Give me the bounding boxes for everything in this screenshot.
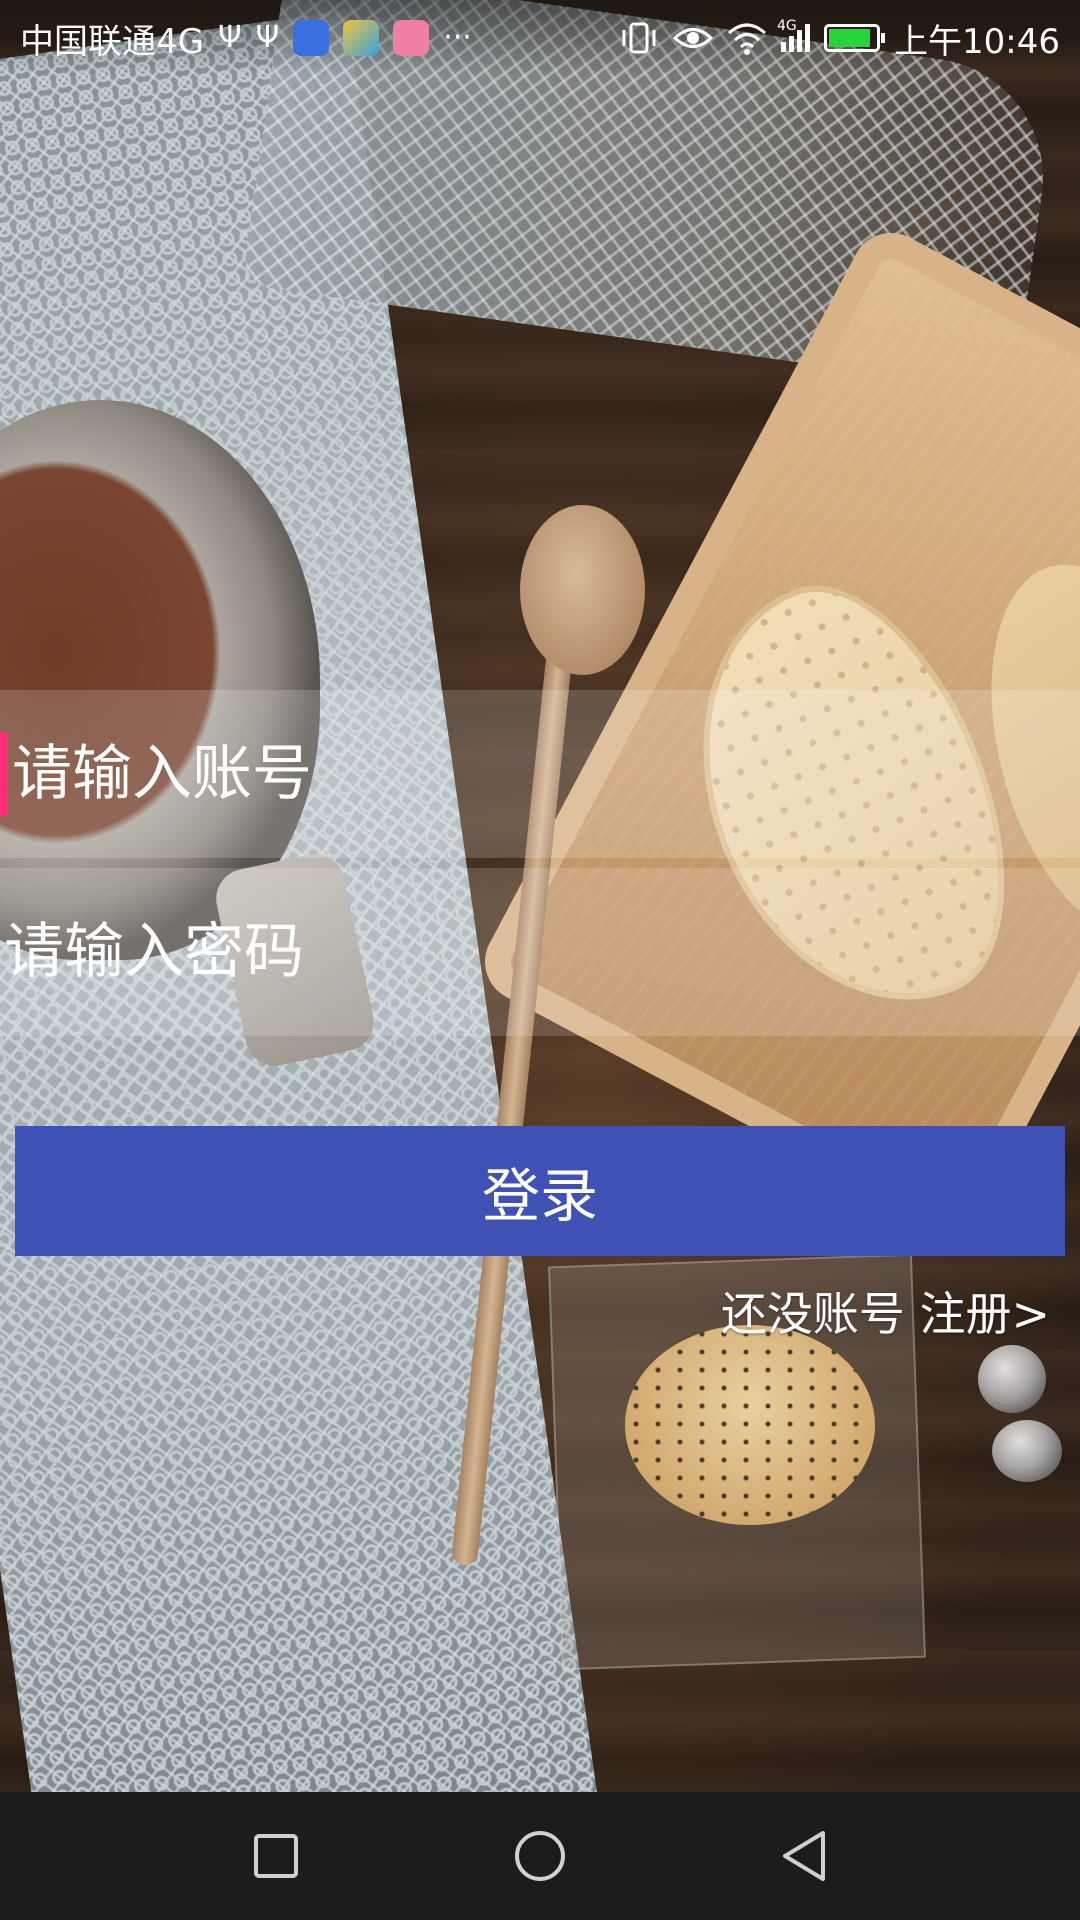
battery-icon	[824, 24, 886, 52]
signal-4g-icon: 4G	[777, 18, 811, 52]
clock-label: 上午10:46	[894, 21, 1060, 62]
cookie-decoration	[625, 1325, 875, 1525]
battery-fill	[829, 29, 871, 47]
bilibili-app-icon	[393, 20, 430, 56]
home-icon	[515, 1831, 565, 1881]
wifi-icon	[728, 23, 767, 55]
home-button[interactable]	[508, 1824, 572, 1888]
status-bar: 中国联通4G Ψ Ψ ··· 4G 上午10:46	[0, 0, 1080, 76]
back-button[interactable]	[772, 1824, 836, 1888]
telegram-app-icon	[343, 20, 380, 56]
crystal-decoration	[978, 1345, 1046, 1413]
account-input[interactable]	[8, 739, 1072, 809]
usb-icon: Ψ	[217, 20, 242, 55]
back-icon	[783, 1831, 825, 1881]
network-type-label: 4G	[777, 18, 797, 34]
crystal-decoration	[992, 1420, 1062, 1482]
carrier-label: 中国联通4G	[20, 21, 204, 62]
navigation-bar	[0, 1792, 1080, 1920]
login-screen: 中国联通4G Ψ Ψ ··· 4G 上午10:46 请输入账号 登录 还没账号 …	[0, 0, 1080, 1920]
login-button-label: 登录	[481, 1162, 598, 1230]
text-cursor	[0, 732, 8, 816]
status-left: 中国联通4G Ψ Ψ ···	[20, 14, 472, 63]
recent-apps-button[interactable]	[244, 1824, 308, 1888]
login-button[interactable]: 登录	[15, 1126, 1065, 1256]
status-right: 4G 上午10:46	[619, 14, 1060, 63]
password-input-row	[0, 868, 1080, 1036]
spoon-head-decoration	[520, 505, 645, 675]
recent-apps-icon	[254, 1834, 298, 1878]
vibrate-icon	[622, 22, 656, 54]
register-link[interactable]: 还没账号 注册>	[721, 1278, 1050, 1344]
password-input[interactable]	[0, 917, 1064, 987]
more-dots-icon: ···	[443, 20, 472, 55]
account-input-row	[0, 690, 1080, 858]
baidu-app-icon	[293, 20, 330, 56]
usb-icon: Ψ	[255, 20, 280, 55]
eye-icon	[673, 28, 714, 48]
